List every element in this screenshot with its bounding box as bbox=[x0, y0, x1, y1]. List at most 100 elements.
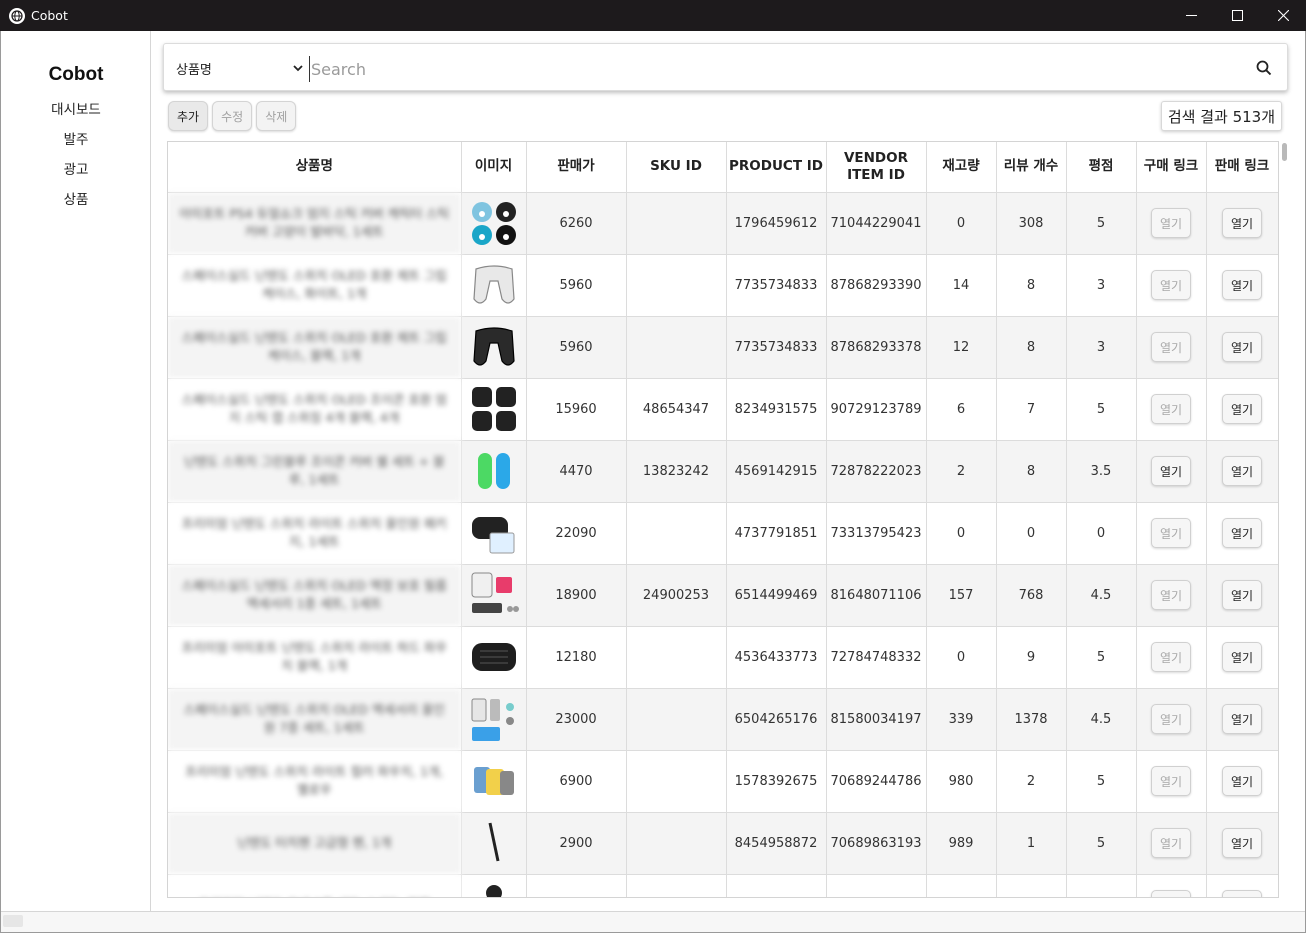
buy-link-cell: 열기 bbox=[1136, 688, 1207, 751]
buy-link-open-button[interactable]: 열기 bbox=[1151, 828, 1191, 858]
header-price[interactable]: 판매가 bbox=[526, 142, 627, 193]
table-row[interactable]: 스페이스실드 닌텐도 스위치 OLED 호환 제트 그립 케이스, 블랙, 1개… bbox=[168, 316, 1278, 379]
header-name[interactable]: 상품명 bbox=[168, 142, 462, 193]
edit-button[interactable]: 수정 bbox=[212, 101, 253, 131]
buy-link-open-button[interactable]: 열기 bbox=[1151, 332, 1191, 362]
table-row[interactable]: 닌텐도 스위치 그린블루 조이콘 커버 쉘 세트 + 블루, 1세트 4470 13… bbox=[168, 440, 1278, 503]
sell-link-cell: 열기 bbox=[1206, 440, 1278, 503]
stock-cell: 12 bbox=[926, 316, 997, 379]
stock-cell: 980 bbox=[926, 750, 997, 813]
rating-cell: 5 bbox=[1066, 626, 1137, 689]
add-button[interactable]: 추가 bbox=[168, 101, 209, 131]
table-row[interactable]: 스페이스실드 닌텐도 스위치 OLED 호환 제트 그립 케이스, 화이트, 1… bbox=[168, 254, 1278, 317]
header-sell-link[interactable]: 판매 링크 bbox=[1206, 142, 1278, 193]
rating-cell: 3 bbox=[1066, 254, 1137, 317]
scrollbar-thumb[interactable] bbox=[3, 915, 23, 927]
image-cell bbox=[461, 440, 527, 503]
image-cell bbox=[461, 254, 527, 317]
stock-cell: 157 bbox=[926, 564, 997, 627]
search-field-select[interactable]: 상품명 bbox=[176, 59, 304, 79]
maximize-button[interactable] bbox=[1214, 0, 1260, 31]
buy-link-cell: 열기 bbox=[1136, 812, 1207, 875]
sell-link-open-button[interactable]: 열기 bbox=[1222, 208, 1262, 238]
table-row[interactable]: 스페이스실드 닌텐도 스위치 OLED 액정 보호 필름 액세서리 1종 세트,… bbox=[168, 564, 1278, 627]
sidebar-nav: 대시보드 발주 광고 상품 bbox=[1, 99, 151, 219]
buy-link-open-button[interactable]: 열기 bbox=[1151, 766, 1191, 796]
image-cell bbox=[461, 316, 527, 379]
price-cell: 5960 bbox=[526, 254, 627, 317]
review-count-cell: 8 bbox=[996, 316, 1067, 379]
close-button[interactable] bbox=[1260, 0, 1306, 31]
table-row[interactable]: 닌텐도 터치펜 고급형 펜, 1개 2900 8454958872 706898631… bbox=[168, 812, 1278, 875]
table-row[interactable]: 아미포트 PS4 듀얼쇼크 엄지 스틱 커버 캐릭터 스틱커버 고양이 발바닥,… bbox=[168, 192, 1278, 255]
sell-link-open-button[interactable]: 열기 bbox=[1222, 766, 1262, 796]
search-icon[interactable] bbox=[1255, 59, 1273, 77]
sell-link-open-button[interactable]: 열기 bbox=[1222, 642, 1262, 672]
buy-link-cell: 열기 bbox=[1136, 378, 1207, 441]
table-row[interactable]: 프리미엄 닌텐도 스위치 라이트 컬러 파우치, 1개, 옐로우 6900 1578… bbox=[168, 750, 1278, 813]
sell-link-open-button[interactable]: 열기 bbox=[1222, 456, 1262, 486]
table-row[interactable]: 프리미엄 닌텐도 호넷 3종 세트, 1세트, 블랙열기 열기 bbox=[168, 874, 1278, 897]
brand-logo: Cobot bbox=[48, 64, 104, 85]
sidebar-item-dashboard[interactable]: 대시보드 bbox=[1, 99, 151, 129]
review-count-cell: 768 bbox=[996, 564, 1067, 627]
buy-link-open-button[interactable]: 열기 bbox=[1151, 208, 1191, 238]
sku-cell: 13823242 bbox=[626, 440, 727, 503]
header-product-id[interactable]: PRODUCT ID bbox=[726, 142, 827, 193]
vertical-scrollbar[interactable] bbox=[1281, 141, 1289, 898]
sell-link-open-button[interactable]: 열기 bbox=[1222, 270, 1262, 300]
sell-link-open-button[interactable]: 열기 bbox=[1222, 518, 1262, 548]
image-cell bbox=[461, 626, 527, 689]
name-cell: 아미포트 PS4 듀얼쇼크 엄지 스틱 커버 캐릭터 스틱커버 고양이 발바닥,… bbox=[168, 192, 462, 255]
sidebar: Cobot 대시보드 발주 광고 상품 bbox=[1, 31, 151, 911]
rating-cell: 3 bbox=[1066, 316, 1137, 379]
table-row[interactable]: 스페이스실드 닌텐도 스위치 OLED 액세서리 올인원 7종 세트, 1세트 2… bbox=[168, 688, 1278, 751]
vendor-item-id-cell: 71044229041 bbox=[826, 192, 927, 255]
sidebar-item-ads[interactable]: 광고 bbox=[1, 159, 151, 189]
delete-button[interactable]: 삭제 bbox=[256, 101, 297, 131]
scrollbar-thumb[interactable] bbox=[1282, 143, 1287, 161]
horizontal-scrollbar[interactable] bbox=[1, 911, 1305, 932]
header-buy-link[interactable]: 구매 링크 bbox=[1136, 142, 1207, 193]
buy-link-open-button[interactable]: 열기 bbox=[1151, 890, 1191, 897]
header-rating[interactable]: 평점 bbox=[1066, 142, 1137, 193]
sku-cell: 24900253 bbox=[626, 564, 727, 627]
sell-link-open-button[interactable]: 열기 bbox=[1222, 332, 1262, 362]
buy-link-open-button[interactable]: 열기 bbox=[1151, 704, 1191, 734]
image-cell bbox=[461, 192, 527, 255]
product-thumbnail bbox=[468, 197, 520, 249]
sell-link-cell: 열기 bbox=[1206, 874, 1278, 897]
buy-link-open-button[interactable]: 열기 bbox=[1151, 456, 1191, 486]
stock-cell: 0 bbox=[926, 502, 997, 565]
header-image[interactable]: 이미지 bbox=[461, 142, 527, 193]
buy-link-open-button[interactable]: 열기 bbox=[1151, 580, 1191, 610]
price-cell: 6260 bbox=[526, 192, 627, 255]
table-row[interactable]: 스페이스실드 닌텐도 스위치 OLED 조이콘 호환 엄지 스틱 캡 스위칭 4… bbox=[168, 378, 1278, 441]
table-row[interactable]: 프리미엄 아미포트 닌텐도 스위치 라이트 하드 파우치 블랙, 1개 12180… bbox=[168, 626, 1278, 689]
buy-link-open-button[interactable]: 열기 bbox=[1151, 394, 1191, 424]
sidebar-item-orders[interactable]: 발주 bbox=[1, 129, 151, 159]
minimize-button[interactable] bbox=[1168, 0, 1214, 31]
header-stock[interactable]: 재고량 bbox=[926, 142, 997, 193]
table-row[interactable]: 프리미엄 닌텐도 스위치 라이트 스위치 올인원 패키지, 1세트 22090 47… bbox=[168, 502, 1278, 565]
name-cell: 스페이스실드 닌텐도 스위치 OLED 호환 제트 그립 케이스, 블랙, 1개 bbox=[168, 316, 462, 379]
search-input[interactable] bbox=[309, 56, 1239, 82]
buy-link-open-button[interactable]: 열기 bbox=[1151, 642, 1191, 672]
rating-cell: 4.5 bbox=[1066, 688, 1137, 751]
sell-link-open-button[interactable]: 열기 bbox=[1222, 580, 1262, 610]
sell-link-open-button[interactable]: 열기 bbox=[1222, 394, 1262, 424]
minimize-icon bbox=[1185, 15, 1197, 16]
product-table: 상품명 이미지 판매가 SKU ID PRODUCT ID VENDOR ITE… bbox=[167, 141, 1279, 898]
search-bar: 상품명 bbox=[163, 43, 1288, 91]
price-cell: 22090 bbox=[526, 502, 627, 565]
sidebar-item-products[interactable]: 상품 bbox=[1, 189, 151, 219]
price-cell: 4470 bbox=[526, 440, 627, 503]
header-sku[interactable]: SKU ID bbox=[626, 142, 727, 193]
header-reviews[interactable]: 리뷰 개수 bbox=[996, 142, 1067, 193]
sell-link-open-button[interactable]: 열기 bbox=[1222, 890, 1262, 897]
buy-link-open-button[interactable]: 열기 bbox=[1151, 270, 1191, 300]
buy-link-open-button[interactable]: 열기 bbox=[1151, 518, 1191, 548]
sell-link-open-button[interactable]: 열기 bbox=[1222, 704, 1262, 734]
sell-link-open-button[interactable]: 열기 bbox=[1222, 828, 1262, 858]
header-vendor-item-id[interactable]: VENDOR ITEM ID bbox=[826, 142, 927, 193]
